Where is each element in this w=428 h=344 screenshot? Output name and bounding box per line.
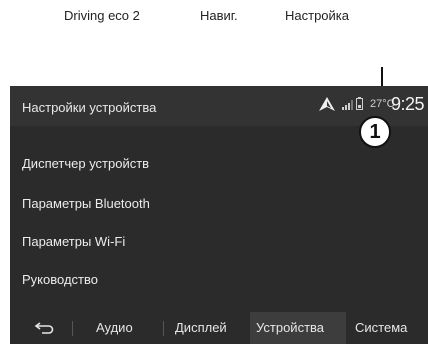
page-title: Настройки устройства: [22, 100, 157, 115]
clock: 9:25: [391, 94, 425, 114]
battery-icon: [356, 97, 363, 110]
menu-item-bluetooth[interactable]: Параметры Bluetooth: [22, 196, 150, 211]
menu-item-wifi[interactable]: Параметры Wi-Fi: [22, 234, 125, 249]
tab-display[interactable]: Дисплей: [175, 320, 227, 335]
top-label-driving-eco: Driving eco 2: [64, 8, 140, 23]
tab-system[interactable]: Система: [355, 320, 407, 335]
top-label-navig: Навиг.: [200, 8, 238, 23]
top-label-settings: Настройка: [285, 8, 349, 23]
callout-badge: 1: [359, 116, 391, 148]
tab-audio[interactable]: Аудио: [96, 320, 133, 335]
tab-separator: [72, 321, 73, 336]
menu-item-device-manager[interactable]: Диспетчер устройств: [22, 156, 149, 171]
navigation-arrow-icon: [319, 97, 335, 111]
tab-separator: [163, 321, 164, 336]
menu-item-manual[interactable]: Руководство: [22, 272, 98, 287]
tab-devices[interactable]: Устройства: [256, 320, 324, 335]
signal-icon: [342, 100, 353, 110]
back-arrow-icon[interactable]: [34, 322, 54, 334]
bottom-tab-bar: Аудио Дисплей Устройства Система: [10, 312, 428, 344]
